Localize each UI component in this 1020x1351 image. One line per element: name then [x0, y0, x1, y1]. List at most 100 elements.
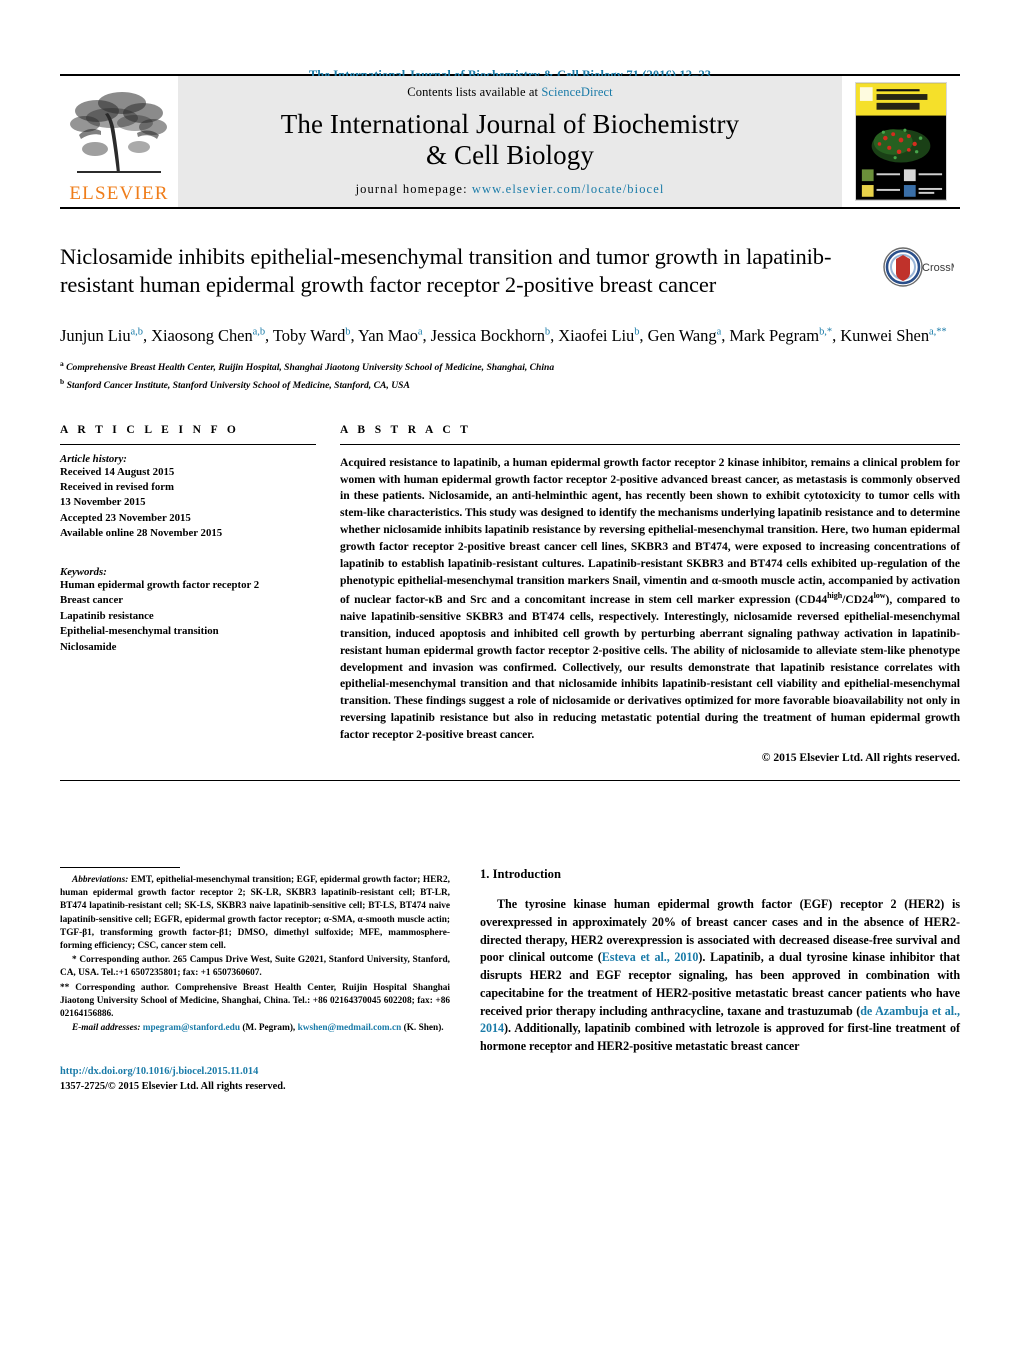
email-label: E-mail addresses:	[72, 1023, 141, 1034]
author-affiliation-marker: b	[634, 326, 640, 338]
abstract-rule	[340, 443, 960, 445]
abstract-sup-high: high	[827, 590, 843, 600]
crossmark-column: CrossMark	[876, 243, 960, 305]
author-affiliation-marker: a,**	[929, 326, 947, 338]
corresponding-author-2: ** Corresponding author. Comprehensive B…	[60, 982, 450, 1022]
author-affiliation-marker: b,*	[819, 326, 833, 338]
footnote-rule	[60, 867, 180, 869]
sciencedirect-link[interactable]: ScienceDirect	[541, 85, 612, 99]
running-head: The International Journal of Biochemistr…	[308, 68, 712, 82]
article-first-page: The International Journal of Biochemistr…	[0, 0, 1020, 1351]
masthead-center: Contents lists available at ScienceDirec…	[178, 76, 842, 207]
journal-homepage-link[interactable]: www.elsevier.com/locate/biocel	[472, 182, 665, 196]
abstract-part-1: Acquired resistance to lapatinib, a huma…	[340, 455, 960, 606]
corresponding-author-1: * Corresponding author. 265 Campus Drive…	[60, 954, 450, 980]
abstract-heading: A B S T R A C T	[340, 423, 472, 436]
abbreviations-text: EMT, epithelial-mesenchymal transition; …	[60, 875, 450, 952]
journal-title-line2: & Cell Biology	[426, 139, 594, 170]
info-abstract-row: A R T I C L E I N F O Article history: R…	[60, 423, 960, 765]
author-affiliation-marker: b	[345, 326, 351, 338]
affiliation-marker: b	[60, 377, 65, 386]
elsevier-tree-icon	[70, 92, 167, 173]
abbreviations-note: Abbreviations: EMT, epithelial-mesenchym…	[60, 874, 450, 953]
article-info-rule	[60, 443, 316, 445]
author-name: Jessica Bockhorn	[430, 326, 545, 345]
bottom-columns: Abbreviations: EMT, epithelial-mesenchym…	[60, 867, 960, 1095]
elsevier-wordmark: ELSEVIER	[69, 183, 169, 204]
article-history-item: 13 November 2015	[60, 496, 146, 509]
author-affiliation-marker: a,b	[130, 326, 143, 338]
corr-text-2: Corresponding author. Comprehensive Brea…	[60, 982, 450, 1019]
author-affiliation-marker: b	[544, 326, 551, 338]
section-divider	[60, 780, 960, 782]
crossmark-label: CrossMark	[922, 262, 954, 274]
article-history-item: Available online 28 November 2015	[60, 527, 223, 540]
author-name: Mark Pegram	[729, 326, 820, 345]
title-column: Niclosamide inhibits epithelial-mesenchy…	[60, 243, 876, 305]
abstract-column: A B S T R A C T Acquired resistance to l…	[340, 423, 960, 765]
elsevier-logo: ELSEVIER	[60, 76, 178, 207]
crossmark-icon[interactable]: CrossMark	[876, 245, 954, 305]
corr-text-1: Corresponding author. 265 Campus Drive W…	[60, 955, 450, 979]
doi-link[interactable]: http://dx.doi.org/10.1016/j.biocel.2015.…	[60, 1065, 450, 1080]
journal-title: The International Journal of Biochemistr…	[178, 109, 842, 171]
author-affiliation-marker: a	[417, 326, 423, 338]
keyword-item: Niclosamide	[60, 640, 117, 653]
journal-cover-image	[855, 82, 947, 201]
journal-masthead: ELSEVIER Contents lists available at Sci…	[60, 74, 960, 209]
email-owner-1: (M. Pegram),	[242, 1023, 296, 1034]
journal-title-line1: The International Journal of Biochemistr…	[280, 109, 740, 139]
issn-copyright-line: 1357-2725/© 2015 Elsevier Ltd. All right…	[60, 1081, 286, 1093]
corr-marker-1: *	[72, 955, 77, 966]
journal-homepage-line: journal homepage: www.elsevier.com/locat…	[178, 182, 842, 197]
article-history-item: Accepted 23 November 2015	[60, 511, 191, 524]
author-name: Kunwei Shen	[840, 326, 930, 345]
email-owner-2: (K. Shen).	[403, 1023, 444, 1034]
publication-footer: http://dx.doi.org/10.1016/j.biocel.2015.…	[60, 1065, 450, 1095]
abstract-text: Acquired resistance to lapatinib, a huma…	[340, 455, 960, 745]
journal-cover-thumbnail	[842, 76, 960, 207]
keywords-list: Human epidermal growth factor receptor 2…	[60, 578, 316, 655]
article-info-heading: A R T I C L E I N F O	[60, 423, 240, 436]
introduction-column: 1. Introduction The tyrosine kinase huma…	[480, 867, 960, 1095]
author-affiliation-marker: a	[716, 326, 722, 338]
affiliation-marker: a	[60, 359, 64, 369]
homepage-label: journal homepage:	[355, 181, 472, 196]
author-name: Toby Ward	[272, 326, 346, 345]
article-history-label: Article history:	[60, 452, 127, 465]
article-history-item: Received 14 August 2015	[60, 465, 175, 478]
email-link-1[interactable]: mpegram@stanford.edu	[143, 1023, 240, 1033]
affiliation-item: a Comprehensive Breast Health Center, Ru…	[60, 359, 555, 374]
abstract-copyright: © 2015 Elsevier Ltd. All rights reserved…	[761, 751, 960, 765]
abbreviations-label: Abbreviations:	[72, 875, 129, 886]
introduction-paragraph: The tyrosine kinase human epidermal grow…	[480, 896, 960, 1056]
email-addresses: E-mail addresses: mpegram@stanford.edu (…	[60, 1022, 450, 1035]
corr-marker-2: **	[60, 982, 70, 993]
keyword-item: Human epidermal growth factor receptor 2	[60, 578, 260, 591]
contents-prefix: Contents lists available at	[407, 85, 542, 99]
article-history-list: Received 14 August 2015 Received in revis…	[60, 465, 316, 542]
contents-available-line: Contents lists available at ScienceDirec…	[178, 85, 842, 100]
author-name: Xiaosong Chen	[151, 326, 253, 345]
article-info-column: A R T I C L E I N F O Article history: R…	[60, 424, 340, 765]
abstract-sup-low: low	[873, 590, 886, 600]
keyword-item: Epithelial-mesenchymal transition	[60, 625, 219, 638]
abstract-part-2: /CD24	[842, 592, 874, 606]
email-link-2[interactable]: kwshen@medmail.com.cn	[298, 1023, 402, 1033]
article-history-item: Received in revised form	[60, 481, 175, 494]
citation-link-esteva[interactable]: Esteva et al., 2010	[602, 950, 699, 964]
title-block: Niclosamide inhibits epithelial-mesenchy…	[60, 243, 960, 305]
abstract-part-3: ), compared to naive lapatinib-sensitive…	[340, 592, 960, 742]
keywords-label: Keywords:	[60, 565, 107, 578]
introduction-heading: 1. Introduction	[480, 867, 561, 882]
page-title: Niclosamide inhibits epithelial-mesenchy…	[60, 244, 832, 298]
keyword-item: Lapatinib resistance	[60, 609, 154, 622]
author-name: Xiaofei Liu	[558, 326, 635, 345]
keywords-block: Keywords: Human epidermal growth factor …	[60, 566, 316, 655]
intro-text-c: ). Additionally, lapatinib combined with…	[480, 1021, 960, 1054]
author-affiliation-marker: a,b	[252, 326, 266, 338]
author-list: Junjun Liua,b, Xiaosong Chena,b, Toby Wa…	[60, 326, 947, 345]
keyword-item: Breast cancer	[60, 594, 124, 607]
footnotes-column: Abbreviations: EMT, epithelial-mesenchym…	[60, 867, 480, 1095]
affiliation-item: b Stanford Cancer Institute, Stanford Un…	[60, 377, 410, 392]
